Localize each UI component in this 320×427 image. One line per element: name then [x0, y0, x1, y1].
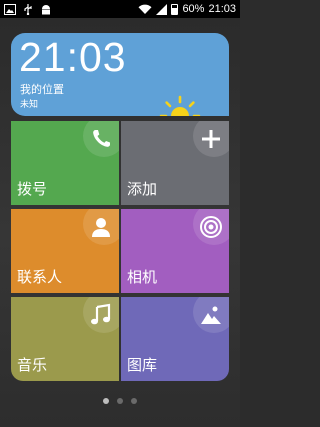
tile-music[interactable]: 音乐 — [11, 297, 119, 381]
tile-add-label: 添加 — [127, 180, 158, 198]
sun-icon — [159, 95, 201, 116]
tile-camera-label: 相机 — [127, 268, 158, 286]
page-dot[interactable] — [131, 398, 137, 404]
tile-dial-label: 拨号 — [17, 180, 48, 198]
tile-contacts[interactable]: 联系人 — [11, 209, 119, 293]
usb-icon — [24, 3, 32, 15]
battery-percent: 60% — [182, 3, 205, 15]
camera-icon — [200, 216, 222, 238]
signal-icon — [156, 3, 168, 15]
page-indicator — [0, 398, 240, 404]
weather-condition: 未知 — [20, 100, 39, 110]
image-icon — [4, 3, 16, 15]
weather-location: 我的位置 — [20, 83, 64, 96]
phone-icon — [93, 130, 110, 147]
wifi-icon — [138, 4, 152, 14]
android-icon — [42, 4, 50, 14]
page-dot[interactable] — [103, 398, 109, 404]
person-icon — [92, 218, 110, 237]
tile-gallery[interactable]: 图库 — [121, 297, 229, 381]
tile-add[interactable]: 添加 — [121, 121, 229, 205]
music-note-icon — [91, 303, 111, 325]
tile-dial[interactable]: 拨号 — [11, 121, 119, 205]
page-dot[interactable] — [117, 398, 123, 404]
tile-gallery-label: 图库 — [127, 356, 158, 374]
weather-clock-widget[interactable]: 21:03 我的位置 未知 — [11, 33, 229, 116]
status-time: 21:03 — [208, 3, 236, 15]
picture-icon — [201, 306, 221, 324]
clock-time: 21:03 — [19, 34, 127, 80]
home-screen: 60% 21:03 21:03 我的位置 未知 拨号 添加 联系人 相机 音乐 … — [0, 0, 240, 427]
tile-contacts-label: 联系人 — [17, 268, 63, 286]
tile-camera[interactable]: 相机 — [121, 209, 229, 293]
plus-icon — [202, 130, 220, 148]
tile-music-label: 音乐 — [17, 356, 48, 374]
status-bar: 60% 21:03 — [0, 0, 240, 18]
battery-icon — [171, 3, 179, 15]
